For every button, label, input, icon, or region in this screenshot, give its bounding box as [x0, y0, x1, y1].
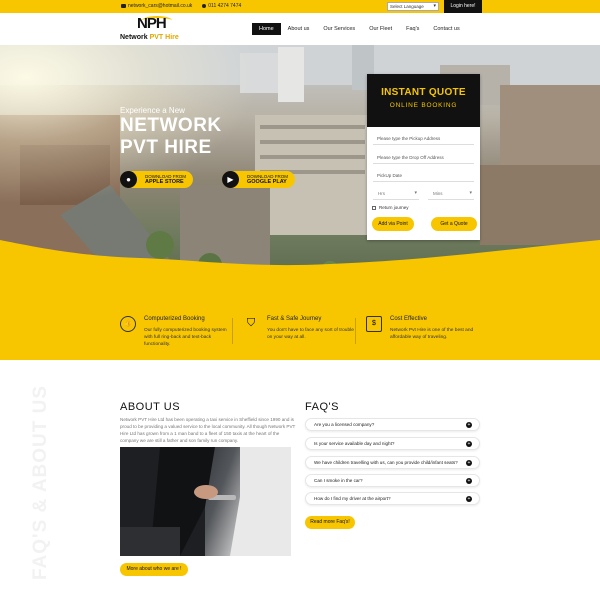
- quote-subtitle: ONLINE BOOKING: [389, 102, 458, 109]
- faq-item[interactable]: We have children travelling with us, can…: [305, 456, 480, 469]
- pickup-date-input[interactable]: PickUp Date: [373, 169, 474, 182]
- quote-title: INSTANT QUOTE: [381, 87, 466, 98]
- road-icon: ⛉: [246, 317, 256, 329]
- more-about-button[interactable]: More about who we are !: [120, 563, 188, 576]
- login-button[interactable]: Login here!: [444, 0, 482, 13]
- hero-title-line2: PVT HIRE: [120, 137, 212, 158]
- feature-divider: [355, 318, 356, 344]
- features-band: [0, 285, 600, 360]
- google-play-button[interactable]: ▶ DOWNLOAD FROM GOOGLE PLAY: [222, 171, 295, 188]
- nav-contact[interactable]: Contact us: [426, 23, 466, 35]
- nav-home[interactable]: Home: [252, 23, 281, 35]
- nav-faqs[interactable]: Faq's: [399, 23, 426, 35]
- hero-subtitle: Experience a New: [120, 106, 185, 115]
- nav-services[interactable]: Our Services: [316, 23, 362, 35]
- plus-icon: +: [466, 496, 472, 502]
- plus-icon: +: [466, 422, 472, 428]
- faq-item[interactable]: Are you a licensed company? +: [305, 418, 480, 431]
- language-select[interactable]: Select Language: [387, 2, 439, 11]
- hero-text: Experience a New NETWORK PVT HIRE: [120, 106, 222, 159]
- phone-link[interactable]: 011 4274 7474: [202, 3, 241, 9]
- minutes-select[interactable]: Mins: [428, 187, 474, 200]
- plus-icon: +: [466, 478, 472, 484]
- email-link[interactable]: network_cars@hotmail.co.uk: [121, 3, 192, 9]
- hero-title-line1: NETWORK: [120, 115, 222, 136]
- apple-icon: ●: [120, 171, 137, 188]
- main-nav: Home About us Our Services Our Fleet Faq…: [252, 23, 467, 35]
- checkbox-box: [372, 205, 376, 210]
- thumbs-up-icon: 👍: [120, 316, 136, 332]
- hours-select[interactable]: Hrs: [373, 187, 419, 200]
- phone-icon: [202, 3, 207, 8]
- nav-fleet[interactable]: Our Fleet: [362, 23, 399, 35]
- logo[interactable]: NPH Network PVT Hire: [120, 15, 190, 45]
- nav-about[interactable]: About us: [281, 23, 317, 35]
- feature-divider: [232, 318, 233, 344]
- side-watermark: FAQ'S & ABOUT US: [30, 384, 51, 580]
- add-via-point-button[interactable]: Add via Point: [372, 217, 414, 231]
- faq-item[interactable]: How do I find my driver at the airport? +: [305, 492, 480, 505]
- apple-store-button[interactable]: ● DOWNLOAD FROM APPLE STORE: [120, 171, 193, 188]
- top-bar: network_cars@hotmail.co.uk 011 4274 7474…: [0, 0, 600, 13]
- return-journey-checkbox[interactable]: Return journey: [372, 205, 409, 210]
- quote-header: INSTANT QUOTE ONLINE BOOKING: [367, 74, 480, 127]
- logo-mark: NPH: [137, 15, 167, 32]
- about-heading: ABOUT US: [120, 401, 181, 413]
- get-quote-button[interactable]: Get a Quote: [431, 217, 477, 231]
- read-more-faqs-button[interactable]: Read more Faq's!: [305, 516, 355, 529]
- faq-item[interactable]: Can I smoke in the car? +: [305, 474, 480, 487]
- pickup-address-input[interactable]: Please type the Pickup Address: [373, 132, 474, 145]
- envelope-icon: [121, 3, 126, 8]
- plus-icon: +: [466, 441, 472, 447]
- instant-quote-form: INSTANT QUOTE ONLINE BOOKING Please type…: [367, 74, 480, 240]
- about-text: Network PVT Hire Ltd has been operating …: [120, 417, 296, 443]
- dropoff-address-input[interactable]: Please type the Drop Off Address: [373, 151, 474, 164]
- faq-item[interactable]: Is your service available day and night?…: [305, 437, 480, 450]
- plus-icon: +: [466, 460, 472, 466]
- play-icon: ▶: [222, 171, 239, 188]
- money-icon: $: [366, 316, 382, 332]
- faq-heading: FAQ'S: [305, 401, 339, 413]
- logo-name: Network PVT Hire: [120, 34, 179, 41]
- contact-info: network_cars@hotmail.co.uk 011 4274 7474: [121, 3, 241, 9]
- driver-opening-door-photo: [120, 447, 291, 556]
